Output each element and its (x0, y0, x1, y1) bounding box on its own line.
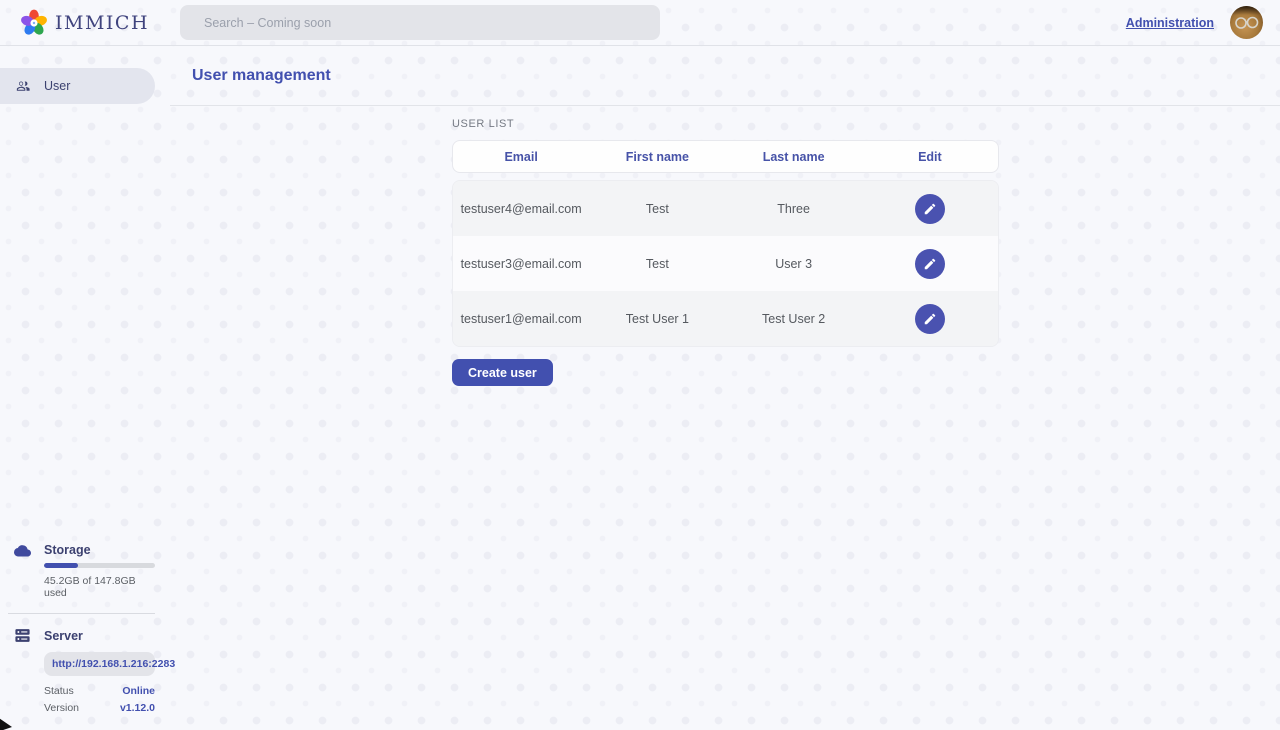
column-header-first-name: First name (589, 150, 725, 164)
column-header-last-name: Last name (726, 150, 862, 164)
cell-email: testuser4@email.com (453, 202, 589, 216)
server-url: http://192.168.1.216:2283 (44, 652, 155, 676)
administration-link[interactable]: Administration (1126, 16, 1214, 30)
search-bar[interactable] (180, 5, 660, 40)
cell-last-name: User 3 (726, 257, 862, 271)
main-content: User management USER LIST Email First na… (170, 46, 1280, 730)
cell-email: testuser3@email.com (453, 257, 589, 271)
sidebar: User Storage 45.2GB of 147.8GB used (0, 46, 170, 730)
status-badge: Online (122, 685, 155, 697)
dns-icon (14, 627, 31, 644)
version-value: v1.12.0 (120, 702, 155, 714)
server-section-header: Server (14, 627, 155, 644)
cloud-icon (14, 544, 31, 557)
sidebar-divider (8, 613, 155, 614)
storage-progress-bar (44, 563, 155, 568)
table-row: testuser4@email.com Test Three (453, 181, 998, 236)
server-title: Server (44, 629, 83, 643)
page-title-band: User management (170, 46, 1280, 106)
people-icon (14, 78, 31, 95)
column-header-edit: Edit (862, 150, 998, 164)
pencil-icon (923, 312, 937, 326)
search-input[interactable] (180, 5, 660, 40)
storage-section-header: Storage (14, 543, 155, 557)
app-name: IMMICH (55, 12, 149, 34)
cell-first-name: Test User 1 (589, 312, 725, 326)
sidebar-item-user-label: User (44, 79, 70, 93)
immich-flower-icon (20, 9, 48, 37)
glasses-photo (1233, 16, 1260, 30)
edit-user-button[interactable] (915, 249, 945, 279)
page-title: User management (192, 67, 331, 85)
table-body: testuser4@email.com Test Three testuser3… (452, 180, 999, 347)
sidebar-bottom: Storage 45.2GB of 147.8GB used Server (0, 543, 170, 730)
pencil-icon (923, 257, 937, 271)
top-header: IMMICH Administration (0, 0, 1280, 46)
server-version-row: Version v1.12.0 (44, 702, 155, 714)
cell-first-name: Test (589, 202, 725, 216)
edit-user-button[interactable] (915, 304, 945, 334)
sidebar-item-user[interactable]: User (0, 68, 155, 104)
table-row: testuser1@email.com Test User 1 Test Use… (453, 291, 998, 346)
storage-title: Storage (44, 543, 91, 557)
user-list-label: USER LIST (452, 118, 1280, 130)
storage-progress-fill (44, 563, 78, 568)
user-table: Email First name Last name Edit testuser… (452, 140, 999, 347)
create-user-button[interactable]: Create user (452, 359, 553, 386)
column-header-email: Email (453, 150, 589, 164)
server-status-row: Status Online (44, 685, 155, 697)
pencil-icon (923, 202, 937, 216)
table-row: testuser3@email.com Test User 3 (453, 236, 998, 291)
storage-usage-text: 45.2GB of 147.8GB used (44, 575, 155, 599)
cell-last-name: Test User 2 (726, 312, 862, 326)
edit-user-button[interactable] (915, 194, 945, 224)
app-logo[interactable]: IMMICH (0, 9, 149, 37)
table-header-row: Email First name Last name Edit (452, 140, 999, 173)
cell-last-name: Three (726, 202, 862, 216)
version-label: Version (44, 702, 79, 714)
cell-email: testuser1@email.com (453, 312, 589, 326)
status-label: Status (44, 685, 74, 697)
user-avatar[interactable] (1230, 6, 1263, 39)
cell-first-name: Test (589, 257, 725, 271)
